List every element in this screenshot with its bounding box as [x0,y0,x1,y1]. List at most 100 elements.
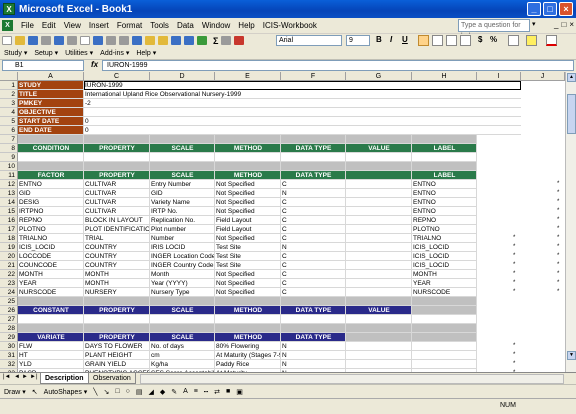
prev-sheet-icon[interactable]: ◄ [14,374,20,380]
row-header[interactable]: 11 [0,171,18,180]
cell[interactable]: 0 [84,117,521,126]
currency-button[interactable]: $ [478,35,482,44]
cell[interactable]: -2 [84,99,521,108]
row-header[interactable]: 2 [0,90,18,99]
cell[interactable] [412,333,477,342]
cell[interactable] [412,297,477,306]
fill-color-icon[interactable]: ◆ [160,388,165,396]
cell[interactable] [281,153,346,162]
cell[interactable]: BLOCK IN LAYOUT [84,216,150,225]
align-center-button[interactable] [432,35,443,46]
cell[interactable]: FACTOR [18,171,84,180]
cell[interactable]: CULTIVAR [84,180,150,189]
cell[interactable]: Not Specified [215,180,281,189]
cell[interactable]: METHOD [215,144,281,153]
email-icon[interactable] [54,36,64,45]
row-header[interactable]: 31 [0,351,18,360]
cell[interactable] [150,135,215,144]
row-header[interactable]: 10 [0,162,18,171]
cell[interactable]: SCALE [150,144,215,153]
cell[interactable]: Paddy Rice [215,360,281,369]
row-header[interactable]: 32 [0,360,18,369]
icis-help-menu[interactable]: Help ▾ [136,49,156,57]
cell[interactable]: C [281,270,346,279]
doc-close-button[interactable]: × [569,20,574,29]
row-header[interactable]: 27 [0,315,18,324]
menu-format[interactable]: Format [113,21,146,30]
cell[interactable] [412,135,477,144]
column-header-f[interactable]: F [281,72,346,81]
bold-button[interactable]: B [376,35,382,44]
row-header[interactable]: 28 [0,324,18,333]
worksheet-grid[interactable]: A C D E F G H I J 1 STUDY IURON-1999 2 TITLE… [0,72,576,372]
row-header[interactable]: 19 [0,243,18,252]
print-icon[interactable] [67,36,77,45]
cell[interactable] [412,162,477,171]
cell[interactable]: REPNO [18,216,84,225]
cell[interactable] [18,315,84,324]
cell[interactable]: YLD [18,360,84,369]
cell[interactable]: PLOTNO [412,225,477,234]
row-header[interactable]: 16 [0,216,18,225]
cell[interactable]: DAYS TO FLOWER [84,342,150,351]
cell[interactable]: 0 [84,126,521,135]
cell[interactable]: PLOTNO [18,225,84,234]
cell[interactable] [412,315,477,324]
cell[interactable]: START DATE [18,117,84,126]
cell[interactable] [412,324,477,333]
cell[interactable]: NURSCODE [412,288,477,297]
menu-icis-workbook[interactable]: ICIS-Workbook [259,21,321,30]
cell[interactable]: Field Layout [215,225,281,234]
cell[interactable]: Field Layout [215,216,281,225]
cell[interactable] [150,162,215,171]
cell[interactable]: IRIS LOCID [150,243,215,252]
permission-icon[interactable] [41,36,51,45]
cell[interactable] [412,360,477,369]
scroll-thumb[interactable] [567,94,576,134]
column-header-e[interactable]: E [215,72,281,81]
cell[interactable] [346,342,412,351]
cell[interactable]: Year (YYYY) [150,279,215,288]
column-header-h[interactable]: H [412,72,477,81]
cell[interactable]: C [281,252,346,261]
textbox-icon[interactable]: ▤ [136,388,143,396]
cell[interactable] [346,216,412,225]
cell[interactable] [346,324,412,333]
insert-function-icon[interactable]: fx [91,60,98,69]
cut-icon[interactable] [119,36,129,45]
align-left-button[interactable] [418,35,429,46]
spelling-icon[interactable] [93,36,103,45]
cell[interactable]: Test Site [215,243,281,252]
row-header[interactable]: 25 [0,297,18,306]
cell[interactable] [346,198,412,207]
font-color-button[interactable] [546,35,557,46]
3d-icon[interactable]: ▣ [236,388,243,396]
menu-insert[interactable]: Insert [85,21,113,30]
cell[interactable] [346,135,412,144]
cell[interactable]: COUNTRY [84,252,150,261]
cell[interactable]: C [281,198,346,207]
cell[interactable]: GRAIN YIELD [84,360,150,369]
cell[interactable]: INGER Country Code [150,261,215,270]
cell[interactable]: OBJECTIVE [18,108,84,117]
cell[interactable]: At Maturity (Stages 7-9) [215,351,281,360]
redo-icon[interactable] [184,36,194,45]
cell[interactable] [412,342,477,351]
cell[interactable] [346,297,412,306]
cell[interactable]: METHOD [215,306,281,315]
menu-tools[interactable]: Tools [146,21,173,30]
utilities-menu[interactable]: Utilities ▾ [65,49,93,57]
oval-icon[interactable]: ○ [126,388,130,395]
help-dropdown-icon[interactable]: ▾ [532,20,536,28]
cell[interactable]: NURSERY [84,288,150,297]
excel-app-icon[interactable]: X [3,3,15,15]
cell[interactable] [84,315,150,324]
row-header[interactable]: 6 [0,126,18,135]
name-box[interactable]: B1 [2,60,84,71]
cell[interactable] [412,153,477,162]
column-header-g[interactable]: G [346,72,412,81]
cell[interactable]: YEAR [412,279,477,288]
cell[interactable] [346,360,412,369]
column-header-j[interactable]: J [521,72,565,81]
cell[interactable]: TRIAL [84,234,150,243]
